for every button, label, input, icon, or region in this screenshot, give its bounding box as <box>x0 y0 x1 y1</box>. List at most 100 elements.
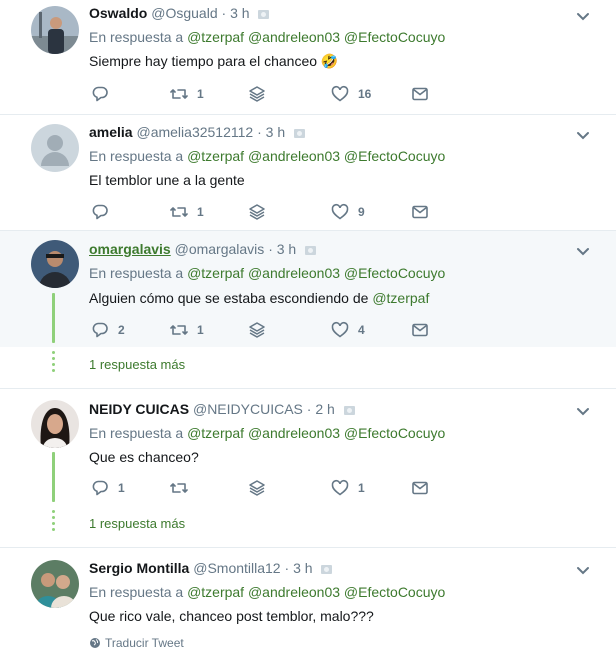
mention-link[interactable]: @EfectoCocuyo <box>344 425 445 441</box>
chevron-down-icon[interactable] <box>575 127 591 143</box>
tweet-omargalavis[interactable]: omargalavis @omargalavis · 3 h En respue… <box>0 231 616 347</box>
layers-icon <box>249 86 265 102</box>
retweet-button[interactable]: 1 <box>170 320 204 340</box>
tweet-sergio-montilla[interactable]: Sergio Montilla @Smontilla12 · 3 h En re… <box>0 548 616 660</box>
like-button[interactable]: 4 <box>331 320 365 340</box>
reply-prefix: En respuesta a <box>89 148 184 164</box>
tweet-header: omargalavis @omargalavis · 3 h <box>89 241 317 257</box>
mention-link[interactable]: @tzerpaf <box>187 148 244 164</box>
timestamp[interactable]: 3 h <box>266 124 285 140</box>
display-name[interactable]: Sergio Montilla <box>89 560 189 576</box>
tweet-amelia[interactable]: amelia @amelia32512112 · 3 h En respuest… <box>0 115 616 230</box>
retweet-button[interactable]: 1 <box>170 202 204 222</box>
reply-to-line: En respuesta a @tzerpaf @andreleon03 @Ef… <box>89 29 445 45</box>
mail-icon <box>412 323 428 337</box>
tweet-actions: 1 16 <box>89 84 449 104</box>
separator-dot: · <box>268 241 273 257</box>
like-button[interactable]: 9 <box>331 202 365 222</box>
reply-button[interactable] <box>91 84 118 104</box>
avatar[interactable] <box>31 240 79 288</box>
tweet-text: Que es chanceo? <box>89 449 199 465</box>
reply-button[interactable]: 1 <box>91 478 125 498</box>
separator-dot: · <box>257 124 262 140</box>
share-button[interactable] <box>248 202 266 222</box>
mention-link[interactable]: @tzerpaf <box>372 290 429 306</box>
message-button[interactable] <box>411 478 429 498</box>
avatar[interactable] <box>31 124 79 172</box>
user-handle[interactable]: @amelia32512112 <box>136 124 253 140</box>
reply-to-line: En respuesta a @tzerpaf @andreleon03 @Ef… <box>89 584 445 600</box>
mention-link[interactable]: @EfectoCocuyo <box>344 148 445 164</box>
user-handle[interactable]: @omargalavis <box>175 241 265 257</box>
mention-link[interactable]: @andreleon03 <box>248 584 340 600</box>
more-replies-link[interactable]: 1 respuesta más <box>89 357 185 372</box>
heart-icon <box>331 321 349 338</box>
avatar[interactable] <box>31 6 79 54</box>
avatar[interactable] <box>31 400 79 448</box>
retweet-icon <box>170 207 188 217</box>
display-name[interactable]: NEIDY CUICAS <box>89 401 189 417</box>
user-handle[interactable]: @NEIDYCUICAS <box>193 401 303 417</box>
translate-label: Traducir Tweet <box>105 636 184 650</box>
timestamp[interactable]: 3 h <box>277 241 296 257</box>
timestamp[interactable]: 2 h <box>315 401 334 417</box>
display-name[interactable]: Oswaldo <box>89 5 147 21</box>
more-replies-link[interactable]: 1 respuesta más <box>89 516 185 531</box>
mention-link[interactable]: @tzerpaf <box>187 29 244 45</box>
tweet-header: amelia @amelia32512112 · 3 h <box>89 124 305 140</box>
reply-button[interactable] <box>91 202 118 222</box>
media-icon <box>343 406 355 415</box>
thread-dots <box>52 351 55 375</box>
translate-tweet-link[interactable]: Traducir Tweet <box>89 636 184 650</box>
media-icon <box>321 565 333 574</box>
user-handle[interactable]: @Osguald <box>151 5 217 21</box>
mention-link[interactable]: @andreleon03 <box>248 148 340 164</box>
retweet-button[interactable]: 1 <box>170 84 204 104</box>
tweet-header: Sergio Montilla @Smontilla12 · 3 h <box>89 560 333 576</box>
reply-button[interactable]: 2 <box>91 320 125 340</box>
like-button[interactable]: 16 <box>331 84 371 104</box>
mail-icon <box>412 205 428 219</box>
share-button[interactable] <box>248 478 266 498</box>
share-button[interactable] <box>248 84 266 104</box>
message-button[interactable] <box>411 84 429 104</box>
mention-link[interactable]: @EfectoCocuyo <box>344 265 445 281</box>
display-name[interactable]: amelia <box>89 124 133 140</box>
retweet-button[interactable] <box>170 478 197 498</box>
mention-link[interactable]: @tzerpaf <box>187 584 244 600</box>
layers-icon <box>249 480 265 496</box>
retweet-icon <box>170 325 188 335</box>
mention-link[interactable]: @tzerpaf <box>187 265 244 281</box>
tweet-header: NEIDY CUICAS @NEIDYCUICAS · 2 h <box>89 401 355 417</box>
retweet-icon <box>170 89 188 99</box>
share-button[interactable] <box>248 320 266 340</box>
timestamp[interactable]: 3 h <box>293 560 312 576</box>
mention-link[interactable]: @EfectoCocuyo <box>344 584 445 600</box>
mention-link[interactable]: @tzerpaf <box>187 425 244 441</box>
chevron-down-icon[interactable] <box>575 562 591 578</box>
chevron-down-icon[interactable] <box>575 403 591 419</box>
user-handle[interactable]: @Smontilla12 <box>193 560 280 576</box>
mention-link[interactable]: @andreleon03 <box>248 265 340 281</box>
avatar[interactable] <box>31 560 79 608</box>
thread-line <box>52 293 55 343</box>
message-button[interactable] <box>411 202 429 222</box>
tweet-oswaldo[interactable]: Oswaldo @Osguald · 3 h En respuesta a @t… <box>0 0 616 114</box>
tweet-neidy-cuicas[interactable]: NEIDY CUICAS @NEIDYCUICAS · 2 h En respu… <box>0 389 616 504</box>
retweet-icon <box>170 483 188 493</box>
timestamp[interactable]: 3 h <box>230 5 249 21</box>
mention-link[interactable]: @andreleon03 <box>248 29 340 45</box>
media-icon <box>294 129 305 138</box>
like-button[interactable]: 1 <box>331 478 365 498</box>
message-button[interactable] <box>411 320 429 340</box>
mention-link[interactable]: @EfectoCocuyo <box>344 29 445 45</box>
display-name[interactable]: omargalavis <box>89 241 171 257</box>
mail-icon <box>412 87 428 101</box>
chevron-down-icon[interactable] <box>575 243 591 259</box>
globe-icon <box>90 638 100 648</box>
reply-to-line: En respuesta a @tzerpaf @andreleon03 @Ef… <box>89 425 445 441</box>
mention-link[interactable]: @andreleon03 <box>248 425 340 441</box>
chevron-down-icon[interactable] <box>575 8 591 24</box>
tweet-text: El temblor une a la gente <box>89 172 245 188</box>
reply-icon <box>92 480 108 496</box>
